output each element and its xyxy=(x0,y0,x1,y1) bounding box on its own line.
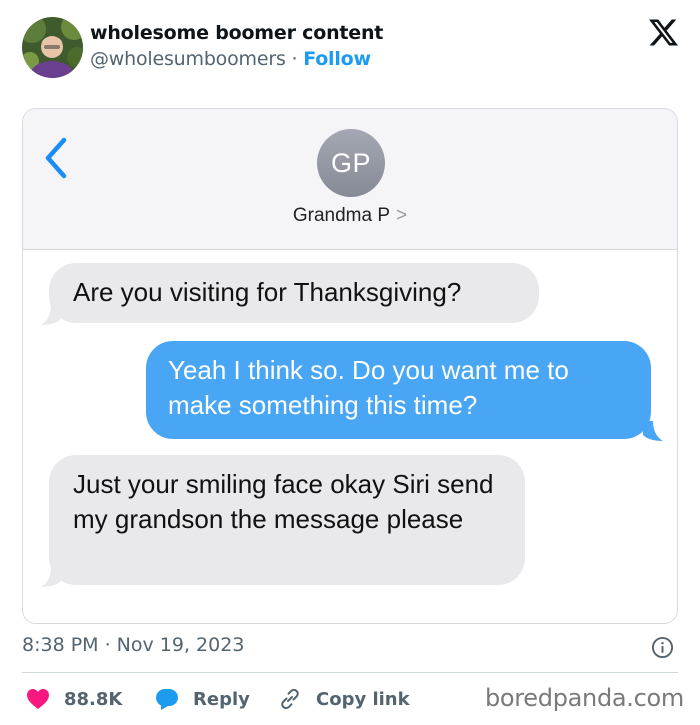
reply-label: Reply xyxy=(193,688,250,710)
reply-button[interactable]: Reply xyxy=(155,686,250,712)
bubble-tail xyxy=(41,305,61,325)
watermark: boredpanda.com xyxy=(484,684,684,712)
contact-name: Grandma P xyxy=(292,205,391,226)
embedded-screenshot[interactable]: GP Grandma P > Are you visiting for Thank… xyxy=(22,108,678,624)
divider xyxy=(22,672,678,673)
author-name[interactable]: wholesome boomer content xyxy=(90,22,383,44)
author-avatar[interactable] xyxy=(22,17,83,78)
chevron-left-icon xyxy=(45,137,67,179)
message-bubble-incoming: Are you visiting for Thanksgiving? xyxy=(49,263,539,323)
author-handle-row: @wholesumboomers · Follow xyxy=(90,48,371,70)
handle-separator: · xyxy=(291,48,298,70)
tweet-timestamp[interactable]: 8:38 PM · Nov 19, 2023 xyxy=(22,634,244,656)
bubble-tail xyxy=(41,567,61,587)
bubble-tail xyxy=(643,421,663,441)
like-button[interactable]: 88.8K xyxy=(26,686,122,712)
link-icon xyxy=(281,688,299,710)
speech-bubble-icon xyxy=(156,689,178,710)
copy-link-label: Copy link xyxy=(316,688,410,710)
heart-icon xyxy=(27,689,49,709)
author-handle[interactable]: @wholesumboomers xyxy=(90,48,286,70)
contact-avatar: GP xyxy=(317,129,385,197)
chevron-right-icon: > xyxy=(396,205,408,226)
messages-header: GP Grandma P > xyxy=(23,109,677,250)
like-count: 88.8K xyxy=(64,688,123,710)
x-logo-icon[interactable] xyxy=(649,18,678,47)
copy-link-button[interactable]: Copy link xyxy=(278,686,410,712)
message-bubble-outgoing: Yeah I think so. Do you want me to make … xyxy=(146,341,651,439)
message-bubble-incoming: Just your smiling face okay Siri send my… xyxy=(49,455,525,585)
contact-name-row: Grandma P > xyxy=(23,205,677,227)
info-icon[interactable] xyxy=(651,636,674,659)
follow-button[interactable]: Follow xyxy=(303,48,371,70)
author-avatar-image xyxy=(22,17,83,78)
